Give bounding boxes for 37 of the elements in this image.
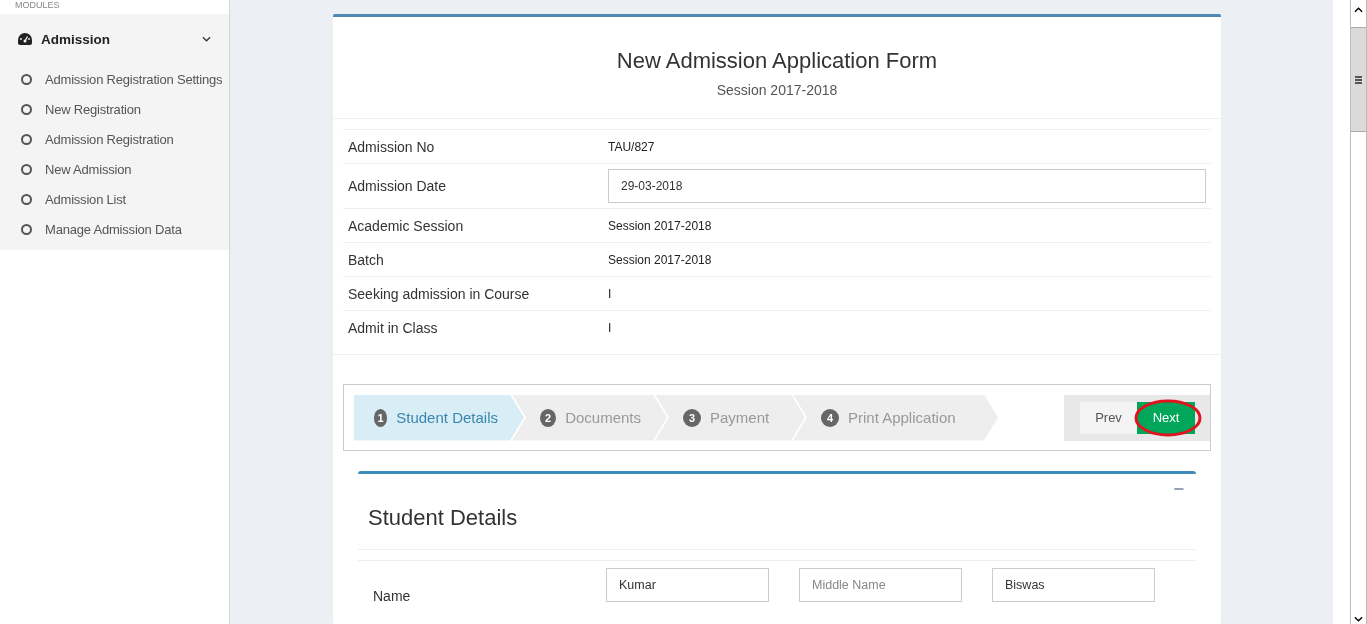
wizard-step[interactable]: 2 Documents xyxy=(512,394,667,441)
scroll-thumb[interactable] xyxy=(1351,27,1366,132)
field-label: Admission No xyxy=(348,138,436,155)
form-title: New Admission Application Form xyxy=(615,48,939,74)
field-value: Session 2017-2018 xyxy=(608,218,712,233)
sidebar-item[interactable]: Admission Registration xyxy=(0,124,229,154)
session-text: Session 2017-2018 xyxy=(715,82,839,98)
prev-button[interactable]: Prev xyxy=(1080,401,1137,434)
field-value: I xyxy=(608,286,612,301)
module-item[interactable]: Admission xyxy=(0,14,229,64)
field-label: Name xyxy=(373,588,412,604)
wizard-step[interactable]: 3 Payment xyxy=(655,394,805,441)
field-value: TAU/827 xyxy=(608,139,655,154)
wizard-step[interactable]: 4 Print Application xyxy=(793,394,998,441)
field-label: Academic Session xyxy=(348,217,465,234)
name-field[interactable]: Biswas xyxy=(992,568,1155,602)
name-field[interactable]: Middle Name xyxy=(799,568,962,602)
sidebar-item[interactable]: Admission List xyxy=(0,184,229,214)
field-value: Session 2017-2018 xyxy=(608,252,712,267)
scroll-down-icon[interactable] xyxy=(1354,616,1363,622)
scrollbar[interactable] xyxy=(1350,0,1367,624)
dashboard-icon xyxy=(18,33,32,45)
sidebar-item[interactable]: New Registration xyxy=(0,94,229,124)
field-label: Admission Date xyxy=(348,178,448,194)
wizard-step[interactable]: 1 Student Details xyxy=(354,394,524,441)
scroll-up-icon[interactable] xyxy=(1354,7,1363,13)
section-title: Student Details xyxy=(368,505,518,531)
field-label: Batch xyxy=(348,251,385,268)
sidebar-item[interactable]: Admission Registration Settings xyxy=(0,64,229,94)
date-field[interactable]: 29-03-2018 xyxy=(608,169,1206,203)
field-label: Seeking admission in Course xyxy=(348,285,531,302)
sidebar-item[interactable]: Manage Admission Data xyxy=(0,214,229,250)
sidebar-item[interactable]: New Admission xyxy=(0,154,229,184)
name-field[interactable]: Kumar xyxy=(606,568,769,602)
chevron-icon xyxy=(202,36,211,42)
field-value: I xyxy=(608,320,612,335)
field-label: Admit in Class xyxy=(348,319,439,336)
